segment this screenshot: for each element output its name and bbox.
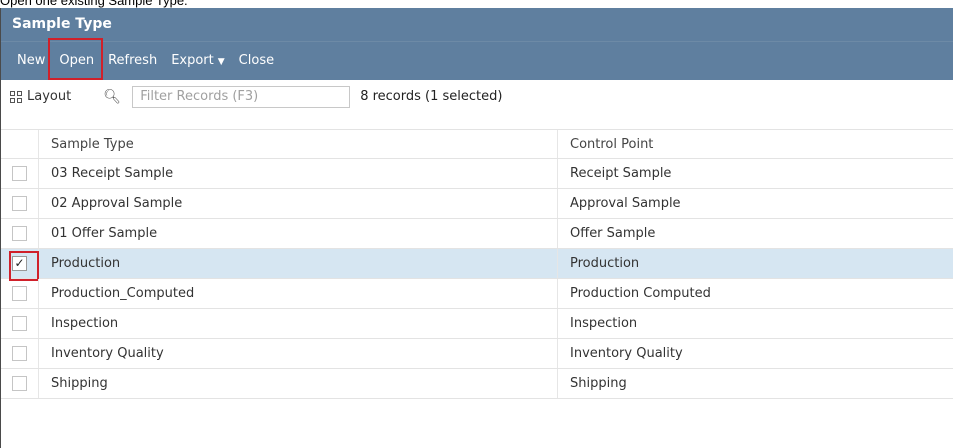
- row-checkbox-cell: [1, 309, 39, 338]
- column-header-sample-type[interactable]: Sample Type: [39, 130, 558, 158]
- table-row[interactable]: 03 Receipt Sample Receipt Sample: [1, 159, 953, 189]
- export-label: Export: [171, 53, 214, 68]
- export-button[interactable]: Export ▼: [164, 42, 231, 80]
- caret-down-icon: ▼: [217, 57, 225, 67]
- refresh-button[interactable]: Refresh: [101, 42, 164, 80]
- layout-grid-icon: [10, 90, 22, 103]
- table-row[interactable]: ✓ Production Production: [1, 249, 953, 281]
- cell-control-point: Production Computed: [570, 286, 711, 301]
- close-button[interactable]: Close: [232, 42, 281, 80]
- row-checkbox-cell: [1, 189, 39, 218]
- row-checkbox-cell: ✓: [1, 249, 39, 281]
- cell-control-point: Approval Sample: [570, 196, 681, 211]
- filter-records-input[interactable]: [132, 85, 351, 108]
- cell-sample-type: 02 Approval Sample: [39, 189, 558, 218]
- column-header-control-point[interactable]: Control Point: [558, 130, 953, 158]
- row-checkbox-cell: [1, 339, 39, 368]
- cell-sample-type: Production_Computed: [39, 279, 558, 308]
- cell-control-point: Shipping: [570, 376, 627, 391]
- layout-label: Layout: [27, 89, 72, 104]
- sample-type-window: Sample Type New Open Refresh Export ▼ Clo…: [0, 8, 953, 448]
- window-title: Sample Type: [1, 8, 953, 41]
- row-checkbox-cell: [1, 279, 39, 308]
- cell-control-point: Inspection: [570, 316, 638, 331]
- open-button[interactable]: Open: [48, 38, 103, 80]
- table-row[interactable]: Production_Computed Production Computed: [1, 279, 953, 309]
- instruction-caption: Open one existing Sample Type.: [0, 0, 188, 8]
- grid-toolbar: Layout 🔍︎ 8 records (1 selected): [1, 80, 953, 113]
- cell-sample-type: Inspection: [39, 309, 558, 338]
- cell-sample-type: Shipping: [39, 369, 558, 398]
- search-icon: 🔍︎: [103, 88, 121, 105]
- cell-control-point: Production: [570, 256, 640, 271]
- select-all-cell: [1, 130, 39, 158]
- main-toolbar: New Open Refresh Export ▼ Close: [1, 38, 953, 80]
- checkbox[interactable]: [12, 286, 27, 301]
- layout-button[interactable]: Layout: [10, 89, 71, 104]
- cell-sample-type: 01 Offer Sample: [39, 219, 558, 248]
- new-button[interactable]: New: [10, 42, 52, 80]
- row-checkbox-cell: [1, 159, 39, 188]
- cell-sample-type: Production: [39, 249, 558, 278]
- checkbox[interactable]: [12, 316, 27, 331]
- cell-control-point: Offer Sample: [570, 226, 656, 241]
- checkbox[interactable]: [12, 376, 27, 391]
- record-count: 8 records (1 selected): [360, 89, 503, 104]
- row-checkbox-cell: [1, 369, 39, 398]
- table-row[interactable]: Inspection Inspection: [1, 309, 953, 339]
- checkbox[interactable]: [12, 346, 27, 361]
- sample-type-grid: Sample Type Control Point 03 Receipt Sam…: [1, 129, 953, 399]
- cell-sample-type: 03 Receipt Sample: [39, 159, 558, 188]
- cell-sample-type: Inventory Quality: [39, 339, 558, 368]
- grid-header: Sample Type Control Point: [1, 129, 953, 159]
- checkbox[interactable]: [12, 166, 27, 181]
- table-row[interactable]: 02 Approval Sample Approval Sample: [1, 189, 953, 219]
- checkbox-checked[interactable]: ✓: [12, 256, 27, 271]
- cell-control-point: Inventory Quality: [570, 346, 683, 361]
- row-checkbox-cell: [1, 219, 39, 248]
- table-row[interactable]: 01 Offer Sample Offer Sample: [1, 219, 953, 249]
- cell-control-point: Receipt Sample: [570, 166, 672, 181]
- checkbox[interactable]: [12, 196, 27, 211]
- table-row[interactable]: Shipping Shipping: [1, 369, 953, 399]
- table-row[interactable]: Inventory Quality Inventory Quality: [1, 339, 953, 369]
- checkbox[interactable]: [12, 226, 27, 241]
